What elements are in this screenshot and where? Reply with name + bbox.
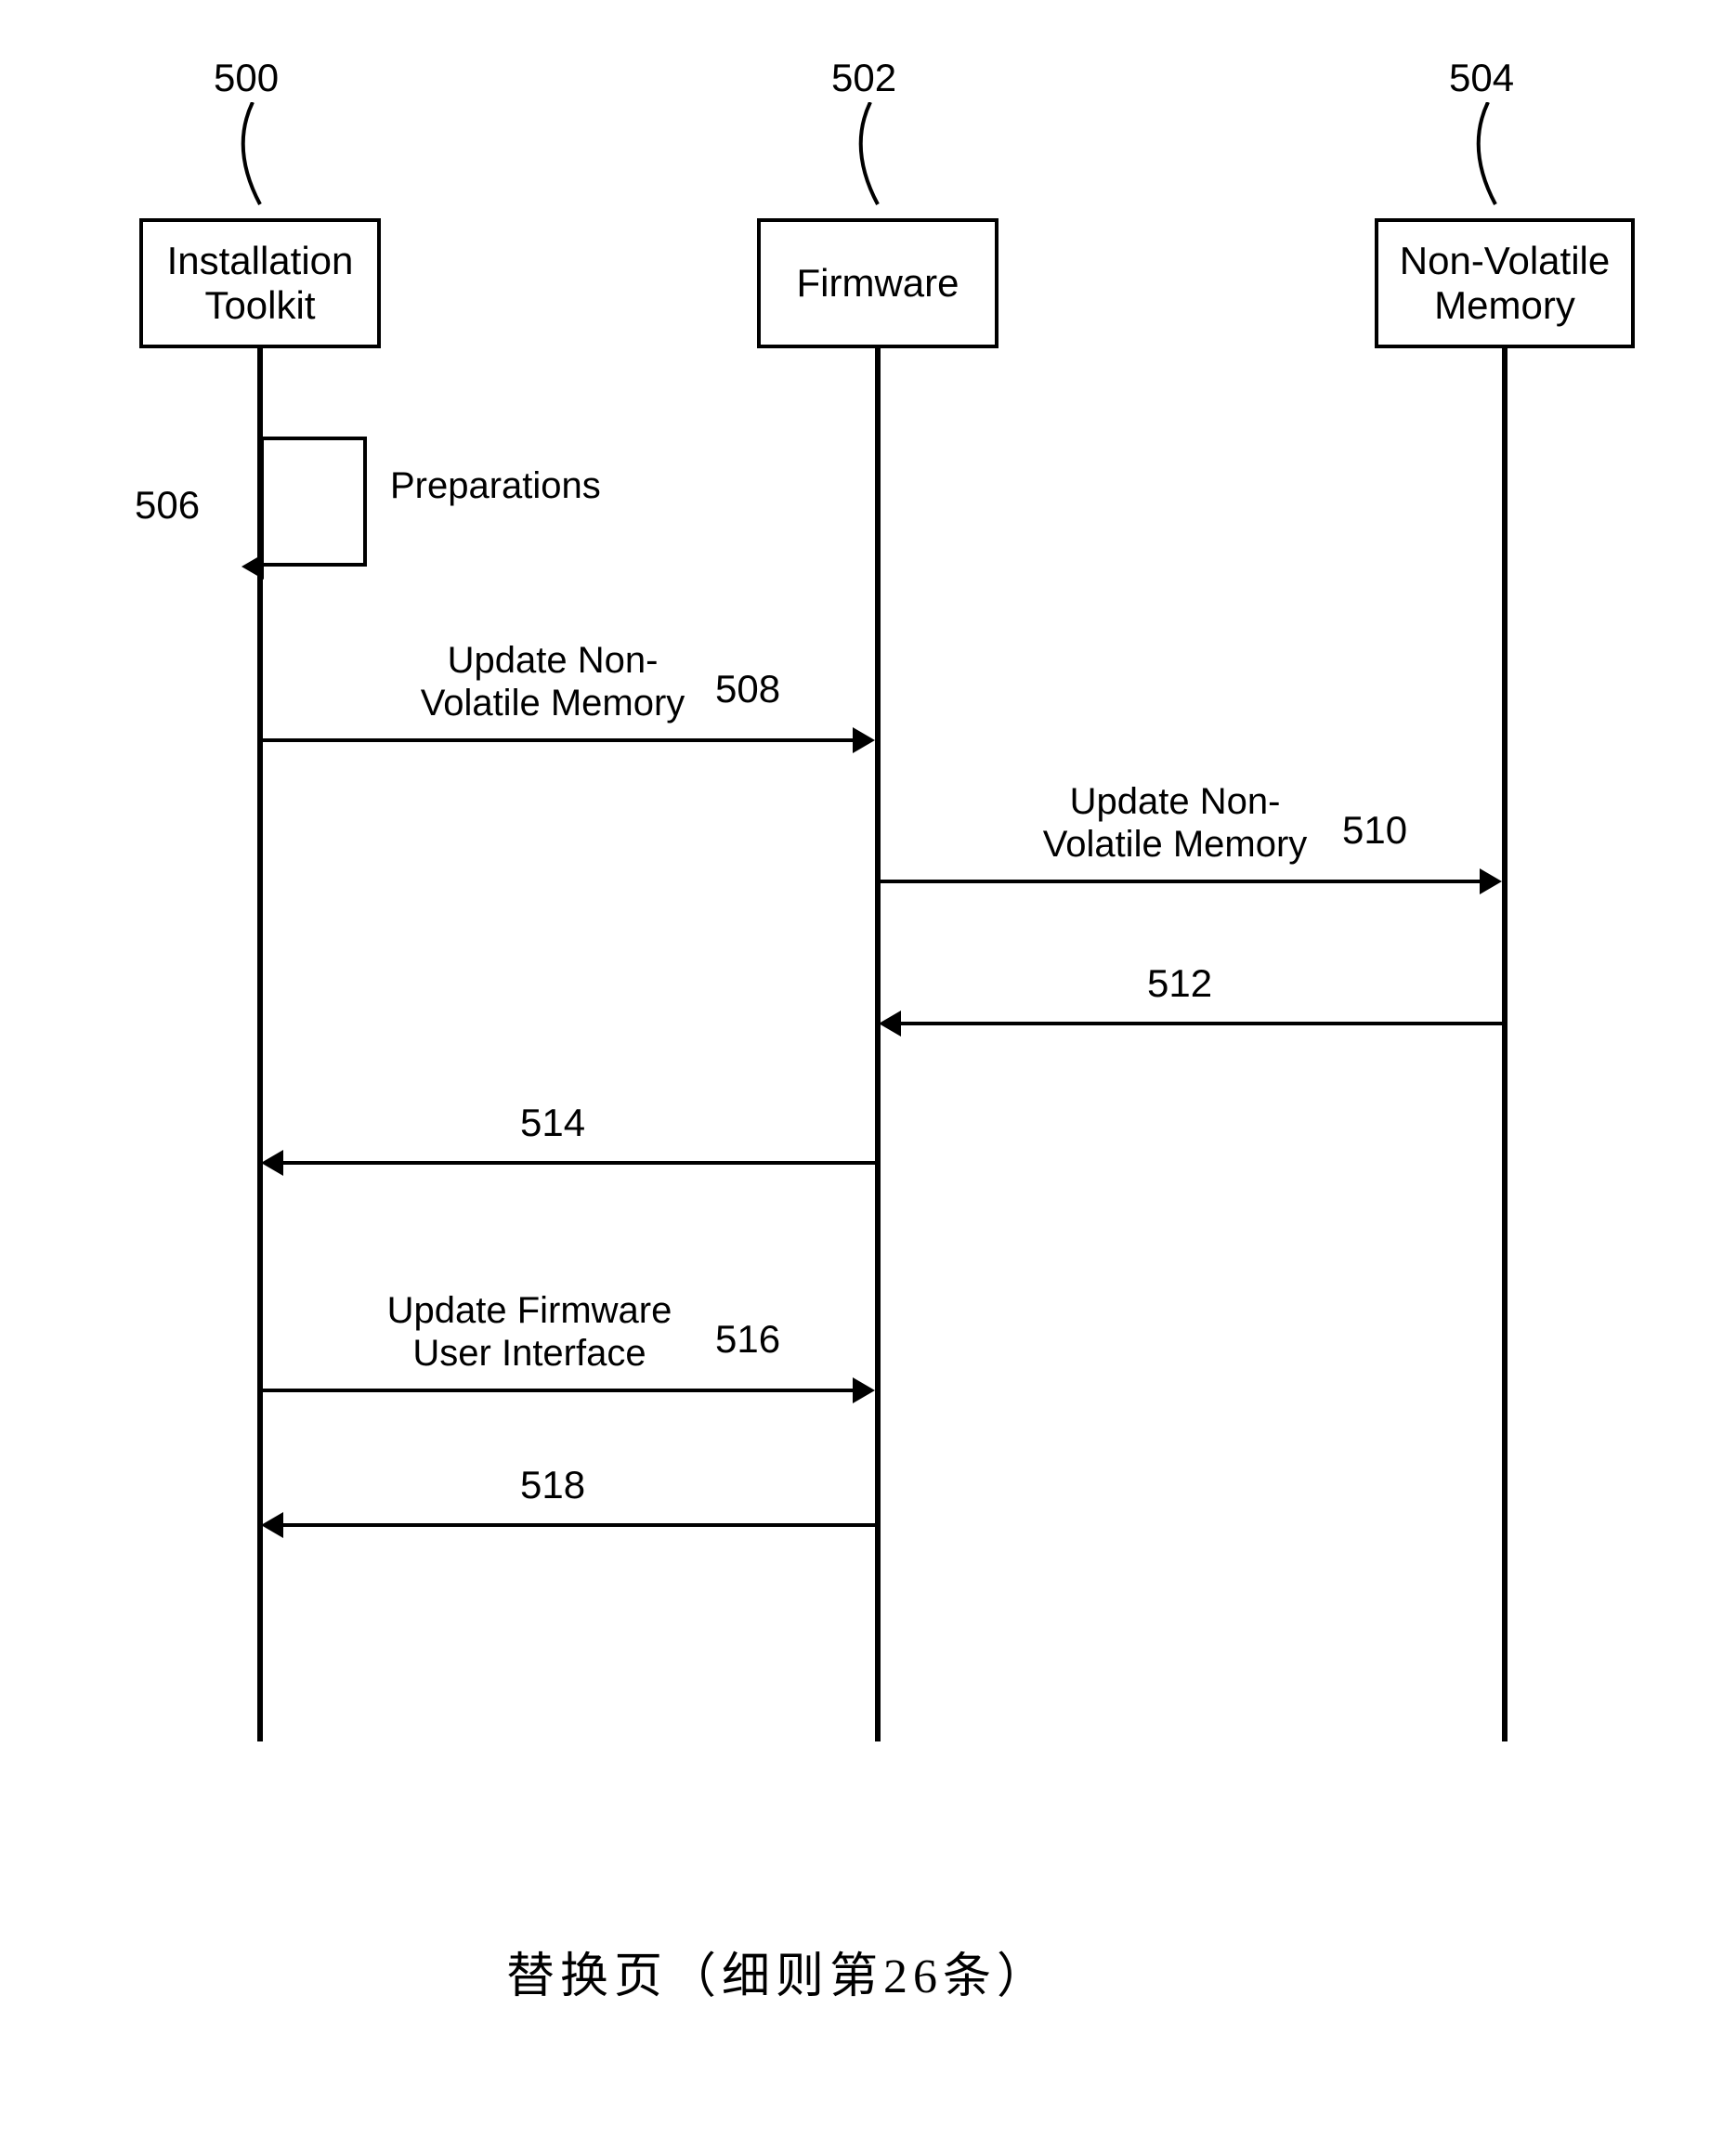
participant-label: Installation Toolkit [167,239,354,329]
participant-label: Firmware [797,261,959,306]
ref-508: 508 [715,667,780,711]
lifeline-firmware [875,348,881,1741]
arrowhead-514 [261,1150,283,1176]
hook-502 [841,102,915,223]
ref-510: 510 [1342,808,1407,853]
participant-label: Non-Volatile Memory [1400,239,1610,329]
label-516: Update Firmware User Interface [362,1289,697,1375]
arrow-508 [263,738,853,742]
ref-512: 512 [1147,961,1212,1006]
arrowhead-518 [261,1512,283,1538]
ref-504: 504 [1449,56,1514,100]
sequence-diagram: 500 502 504 Installation Toolkit Firmwar… [0,0,1736,2139]
ref-502: 502 [831,56,896,100]
label-preparations: Preparations [390,464,601,507]
ref-514: 514 [520,1101,585,1145]
participant-nonvolatile-memory: Non-Volatile Memory [1375,218,1635,348]
hook-504 [1458,102,1533,223]
arrowhead-512 [879,1011,901,1037]
arrowhead-508 [853,727,875,753]
lifeline-nvmem [1502,348,1508,1741]
arrow-514 [283,1161,878,1165]
arrow-512 [901,1022,1505,1025]
arrowhead-510 [1480,868,1502,894]
ref-518: 518 [520,1463,585,1507]
participant-installation-toolkit: Installation Toolkit [139,218,381,348]
label-508: Update Non- Volatile Memory [399,639,706,724]
ref-516: 516 [715,1317,780,1362]
arrow-518 [283,1523,878,1527]
footer-text: 替换页（细则第26条） [506,1937,1051,2006]
participant-firmware: Firmware [757,218,999,348]
ref-500: 500 [214,56,279,100]
activation-preparations [260,437,367,567]
arrow-516 [263,1389,853,1392]
label-510: Update Non- Volatile Memory [1022,780,1328,866]
arrowhead-516 [853,1377,875,1403]
arrow-510 [881,880,1480,883]
ref-506: 506 [135,483,200,528]
arrowhead-self-return [241,554,264,580]
hook-500 [223,102,297,223]
